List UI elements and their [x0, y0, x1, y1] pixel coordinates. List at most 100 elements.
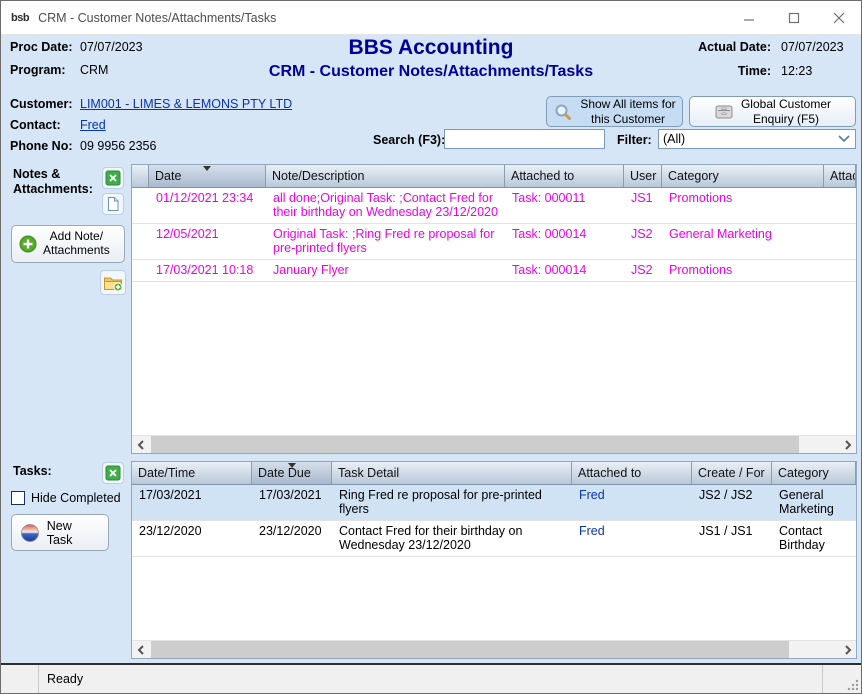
customer-block: Customer:LIM001 - LIMES & LEMONS PTY LTD…	[10, 97, 292, 160]
task-createfor: JS1 / JS1	[692, 521, 772, 556]
excel-icon	[105, 170, 121, 186]
status-pane-right	[823, 665, 861, 693]
tasks-col-createfor[interactable]: Create / For	[692, 462, 772, 484]
task-datedue: 17/03/2021	[252, 485, 332, 520]
notes-row-1[interactable]: 01/12/2021 23:34 all done;Original Task:…	[132, 188, 856, 224]
tasks-table: Date/Time Date Due Task Detail Attached …	[131, 461, 857, 659]
global-customer-enquiry-button[interactable]: Global Customer Enquiry (F5)	[689, 96, 856, 127]
sort-desc-icon	[203, 166, 211, 171]
notes-table: Date Note/Description Attached to User C…	[131, 164, 857, 454]
show-all-line1: Show All items for	[580, 97, 675, 111]
search-label: Search (F3):	[373, 133, 445, 147]
task-datedue: 23/12/2020	[252, 521, 332, 556]
task-datetime: 23/12/2020	[132, 521, 252, 556]
window-title: CRM - Customer Notes/Attachments/Tasks	[38, 11, 276, 25]
note-attached-to: Task: 000014	[505, 260, 624, 281]
tasks-col-category[interactable]: Category	[772, 462, 856, 484]
tasks-scrollbar-thumb[interactable]	[151, 641, 789, 658]
new-task-label: New Task	[47, 519, 100, 547]
crm-window: bsb CRM - Customer Notes/Attachments/Tas…	[0, 0, 862, 694]
task-attached-link[interactable]: Fred	[572, 521, 692, 556]
tasks-row-1[interactable]: 17/03/2021 17/03/2021 Ring Fred re propo…	[132, 485, 856, 521]
time-value: 12:23	[781, 64, 851, 78]
notes-col-note[interactable]: Note/Description	[266, 165, 505, 187]
customer-link[interactable]: LIM001 - LIMES & LEMONS PTY LTD	[80, 97, 292, 111]
search-magnifier-icon	[553, 102, 573, 122]
notes-col-category[interactable]: Category	[662, 165, 824, 187]
notes-scrollbar-thumb[interactable]	[151, 436, 799, 453]
minimize-icon	[743, 12, 755, 24]
show-all-items-button[interactable]: Show All items for this Customer	[546, 96, 683, 127]
tasks-table-header: Date/Time Date Due Task Detail Attached …	[132, 462, 856, 485]
maximize-icon	[788, 12, 800, 24]
scroll-right-icon[interactable]	[839, 641, 856, 658]
notes-col-selector[interactable]	[132, 165, 149, 187]
search-input[interactable]	[444, 129, 605, 149]
tasks-col-attached[interactable]: Attached to	[572, 462, 692, 484]
tasks-col-detail[interactable]: Task Detail	[332, 462, 572, 484]
card-file-icon	[714, 103, 734, 121]
new-task-button[interactable]: New Task	[11, 514, 109, 551]
scroll-left-icon[interactable]	[132, 641, 149, 658]
sort-desc-icon	[288, 463, 296, 468]
note-category: Promotions	[662, 188, 824, 223]
filter-label: Filter:	[617, 133, 652, 147]
contact-label: Contact:	[10, 118, 80, 132]
resize-grip-icon[interactable]	[846, 678, 860, 692]
task-category: Contact Birthday	[772, 521, 856, 556]
maximize-button[interactable]	[771, 1, 816, 34]
title-bar: bsb CRM - Customer Notes/Attachments/Tas…	[1, 1, 861, 35]
note-description: Original Task: ;Ring Fred re proposal fo…	[266, 224, 505, 259]
hide-completed-row: Hide Completed	[11, 491, 121, 505]
excel-icon	[105, 465, 121, 481]
task-createfor: JS2 / JS2	[692, 485, 772, 520]
tasks-section-label: Tasks:	[13, 464, 52, 479]
notes-col-attach[interactable]: Attach	[824, 165, 856, 187]
status-bar: Ready	[1, 665, 861, 693]
note-attached-to: Task: 000014	[505, 224, 624, 259]
close-button[interactable]	[816, 1, 861, 34]
add-note-attachments-button[interactable]: Add Note/ Attachments	[11, 225, 125, 263]
tasks-horizontal-scrollbar[interactable]	[132, 640, 856, 658]
task-attached-link[interactable]: Fred	[572, 485, 692, 520]
note-user: JS2	[624, 260, 662, 281]
tasks-export-excel-button[interactable]	[102, 462, 124, 484]
task-category: General Marketing	[772, 485, 856, 520]
note-user: JS2	[624, 224, 662, 259]
window-controls	[726, 1, 861, 34]
notes-table-header: Date Note/Description Attached to User C…	[132, 165, 856, 188]
add-note-line2: Attachments	[43, 243, 110, 257]
hide-completed-label: Hide Completed	[31, 491, 121, 505]
notes-col-user[interactable]: User	[624, 165, 662, 187]
note-date: 01/12/2021 23:34	[149, 188, 266, 223]
task-detail: Ring Fred re proposal for pre-printed fl…	[332, 485, 572, 520]
scroll-right-icon[interactable]	[839, 436, 856, 453]
time-label: Time:	[698, 64, 771, 78]
new-note-document-button[interactable]	[102, 193, 124, 215]
contact-link[interactable]: Fred	[80, 118, 106, 132]
notes-row-3[interactable]: 17/03/2021 10:18 January Flyer Task: 000…	[132, 260, 856, 282]
filter-select[interactable]: (All)	[658, 129, 856, 149]
note-category: Promotions	[662, 260, 824, 281]
attach-folder-button[interactable]	[100, 270, 126, 295]
scroll-left-icon[interactable]	[132, 436, 149, 453]
status-text: Ready	[39, 672, 822, 686]
tasks-col-datetime[interactable]: Date/Time	[132, 462, 252, 484]
actual-date-label: Actual Date:	[698, 40, 771, 54]
tasks-row-2[interactable]: 23/12/2020 23/12/2020 Contact Fred for t…	[132, 521, 856, 557]
notes-col-attached[interactable]: Attached to	[505, 165, 624, 187]
notes-horizontal-scrollbar[interactable]	[132, 435, 856, 453]
notes-export-excel-button[interactable]	[102, 167, 124, 189]
minimize-button[interactable]	[726, 1, 771, 34]
notes-section-label: Notes & Attachments:	[13, 167, 99, 197]
phone-label: Phone No:	[10, 139, 80, 153]
add-note-line1: Add Note/	[50, 229, 103, 243]
notes-col-date[interactable]: Date	[149, 165, 266, 187]
notes-row-2[interactable]: 12/05/2021 Original Task: ;Ring Fred re …	[132, 224, 856, 260]
app-logo-icon: bsb	[11, 12, 29, 24]
header-right: Actual Date: 07/07/2023 Time: 12:23	[698, 40, 851, 78]
tasks-col-datedue[interactable]: Date Due	[252, 462, 332, 484]
close-icon	[833, 12, 845, 24]
hide-completed-checkbox[interactable]	[11, 491, 25, 505]
task-sphere-icon	[20, 523, 40, 543]
